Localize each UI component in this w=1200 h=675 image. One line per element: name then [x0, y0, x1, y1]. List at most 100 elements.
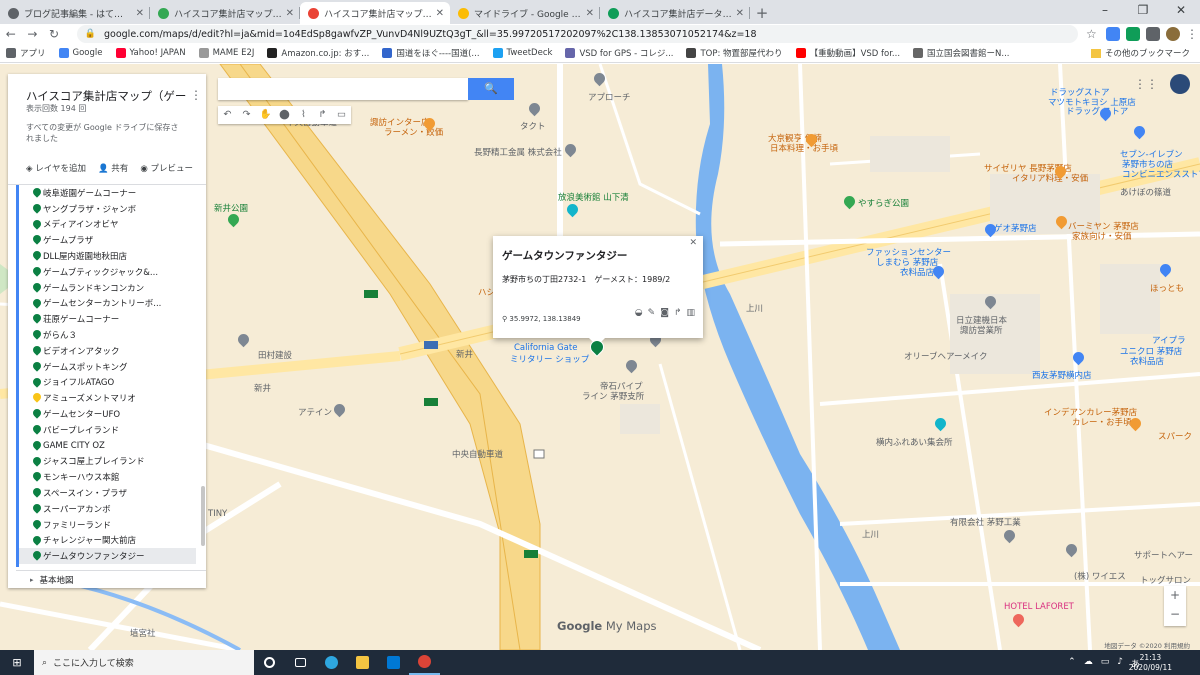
layer-place-item[interactable]: ゲームランドキンコンカン: [19, 280, 196, 296]
panel-scrollbar[interactable]: [201, 486, 205, 546]
layer-place-item[interactable]: アミューズメントマリオ: [19, 390, 196, 406]
back-button[interactable]: ←: [0, 27, 22, 41]
close-tab-icon[interactable]: ✕: [436, 8, 444, 19]
edge-icon[interactable]: [316, 650, 347, 675]
close-tab-icon[interactable]: ✕: [586, 8, 594, 19]
bookmark-item[interactable]: アプリ: [6, 47, 46, 59]
bookmark-item[interactable]: 国道をほぐ----国道(...: [382, 47, 480, 59]
chrome-icon[interactable]: [409, 650, 440, 675]
menu-icon[interactable]: ⋮: [1186, 27, 1200, 41]
account-avatar[interactable]: [1170, 74, 1190, 94]
layer-place-item[interactable]: DLL屋内遊園地秋田店: [19, 248, 196, 264]
bookmark-item[interactable]: TOP: 物置部屋代わり: [686, 47, 783, 59]
bookmark-item[interactable]: Yahoo! JAPAN: [115, 47, 186, 59]
puzzle-icon[interactable]: [1146, 27, 1161, 41]
layer-place-item[interactable]: ゲームブティックジャック&...: [19, 264, 196, 280]
layer-place-item[interactable]: 岐阜遊園ゲームコーナー: [19, 185, 196, 201]
draw-line-icon[interactable]: ⌇: [294, 106, 313, 124]
layer-place-item[interactable]: ビデオインアタック: [19, 343, 196, 359]
task-view-icon[interactable]: [285, 650, 316, 675]
bookmark-item[interactable]: TweetDeck: [492, 47, 552, 59]
profile-avatar[interactable]: [1166, 27, 1181, 41]
bookmark-item[interactable]: 【重動動画】VSD for...: [795, 47, 900, 59]
add-layer-button[interactable]: ◈ レイヤを追加: [26, 162, 86, 174]
file-explorer-icon[interactable]: [347, 650, 378, 675]
layer-place-item[interactable]: スーパーアカンボ: [19, 501, 196, 517]
marker-icon[interactable]: ⬤: [275, 106, 294, 124]
mail-icon[interactable]: [378, 650, 409, 675]
cortana-icon[interactable]: [254, 650, 285, 675]
directions-icon[interactable]: ↱: [674, 308, 682, 318]
bookmark-item[interactable]: Amazon.co.jp: おす...: [267, 47, 369, 59]
close-icon[interactable]: ✕: [689, 238, 697, 248]
browser-tab[interactable]: マイドライブ - Google ドライブ ✕: [450, 2, 600, 24]
other-bookmarks[interactable]: その他のブックマーク: [1090, 47, 1190, 59]
close-tab-icon[interactable]: ✕: [736, 8, 744, 19]
close-tab-icon[interactable]: ✕: [136, 8, 144, 19]
layer-place-item[interactable]: ヤングプラザ・ジャンボ: [19, 201, 196, 217]
redo-icon[interactable]: ↷: [237, 106, 256, 124]
map-canvas[interactable]: アプローチ タクト 諏訪インター店 ラーメン・餃価 長野精工金属 株式会社 放浪美術館 山…: [0, 64, 1200, 650]
cloud-icon[interactable]: ☁: [1084, 657, 1093, 670]
more-options-icon[interactable]: ⋮: [190, 88, 202, 102]
browser-tab[interactable]: ブログ記事編集 - はてなブログ ✕: [0, 2, 150, 24]
bookmark-item[interactable]: MAME E2J: [198, 47, 254, 59]
share-button[interactable]: 👤 共有: [98, 162, 128, 174]
map-title[interactable]: ハイスコア集計店マップ（ゲーメ...: [26, 88, 186, 104]
apps-grid-icon[interactable]: ⋮⋮: [1134, 77, 1158, 91]
preview-button[interactable]: ◉ プレビュー: [140, 162, 193, 174]
layer-place-item[interactable]: ゲームセンターUFO: [19, 406, 196, 422]
base-map-toggle[interactable]: ▸ 基本地図: [16, 570, 206, 588]
undo-icon[interactable]: ↶: [218, 106, 237, 124]
layer-place-item[interactable]: チャレンジャー関大前店: [19, 533, 196, 549]
browser-tab[interactable]: ハイスコア集計店マップ（ゲーメスト掲 ✕: [150, 2, 300, 24]
layer-place-item[interactable]: ジョイフルATAGO: [19, 375, 196, 391]
browser-tab[interactable]: ハイスコア集計店マップ（ゲーメスト掲 ✕: [300, 2, 450, 24]
layer-place-item[interactable]: ジャスコ屋上プレイランド: [19, 454, 196, 470]
close-tab-icon[interactable]: ✕: [286, 8, 294, 19]
taskbar-search[interactable]: ⌕ ここに入力して検索: [34, 650, 254, 675]
minimize-button[interactable]: –: [1086, 0, 1124, 22]
paint-bucket-icon[interactable]: ◒: [635, 308, 643, 318]
layer-place-item[interactable]: スペースイン・プラザ: [19, 485, 196, 501]
map-copyright[interactable]: 地図データ ©2020 利用規約: [1104, 640, 1190, 650]
layer-place-item[interactable]: がらん３: [19, 327, 196, 343]
address-bar[interactable]: 🔒 google.com/maps/d/edit?hl=ja&mid=1o4Ed…: [76, 25, 1079, 43]
layer-place-item[interactable]: ゲームプラザ: [19, 232, 196, 248]
maximize-button[interactable]: ❐: [1124, 0, 1162, 22]
chevron-up-icon[interactable]: ⌃: [1068, 657, 1076, 670]
search-button[interactable]: 🔍: [468, 78, 514, 100]
zoom-in-button[interactable]: +: [1164, 586, 1186, 605]
ruler-icon[interactable]: ▭: [332, 106, 351, 124]
volume-icon[interactable]: ♪: [1117, 657, 1123, 670]
network-icon[interactable]: ▭: [1101, 657, 1110, 670]
search-input[interactable]: [218, 78, 468, 100]
layer-place-item[interactable]: ゲームセンターカントリーボ...: [19, 296, 196, 312]
zoom-out-button[interactable]: −: [1164, 605, 1186, 624]
layer-place-item[interactable]: 荘原ゲームコーナー: [19, 311, 196, 327]
directions-icon[interactable]: ↱: [313, 106, 332, 124]
layer-place-item[interactable]: GAME CITY OZ: [19, 438, 196, 454]
layer-place-item[interactable]: ゲームタウンファンタジー: [19, 548, 196, 565]
extension-icon[interactable]: [1106, 27, 1121, 41]
reload-button[interactable]: ↻: [43, 27, 65, 41]
layer-place-item[interactable]: メディアインオビヤ: [19, 217, 196, 233]
trash-icon[interactable]: ▥: [686, 308, 695, 318]
taskbar-clock[interactable]: 21:13 2020/09/11: [1129, 653, 1172, 673]
hand-icon[interactable]: ✋: [256, 106, 275, 124]
layer-place-item[interactable]: ファミリーランド: [19, 517, 196, 533]
browser-tab[interactable]: ハイスコア集計店データベース - Goog ✕: [600, 2, 750, 24]
edit-icon[interactable]: ✎: [648, 308, 656, 318]
close-window-button[interactable]: ✕: [1162, 0, 1200, 22]
bookmark-item[interactable]: Google: [58, 47, 103, 59]
windows-start-icon[interactable]: ⊞: [0, 656, 34, 669]
layer-place-item[interactable]: ゲームスポットキング: [19, 359, 196, 375]
checkmark-extension-icon[interactable]: [1126, 27, 1141, 41]
star-icon[interactable]: ☆: [1086, 27, 1100, 41]
camera-icon[interactable]: ◙: [660, 308, 669, 318]
new-tab-button[interactable]: +: [750, 2, 774, 24]
bookmark-item[interactable]: VSD for GPS - コレジ...: [565, 47, 673, 59]
layer-place-item[interactable]: パビープレイランド: [19, 422, 196, 438]
forward-button[interactable]: →: [22, 27, 44, 41]
layer-place-item[interactable]: モンキーハウス本館: [19, 469, 196, 485]
